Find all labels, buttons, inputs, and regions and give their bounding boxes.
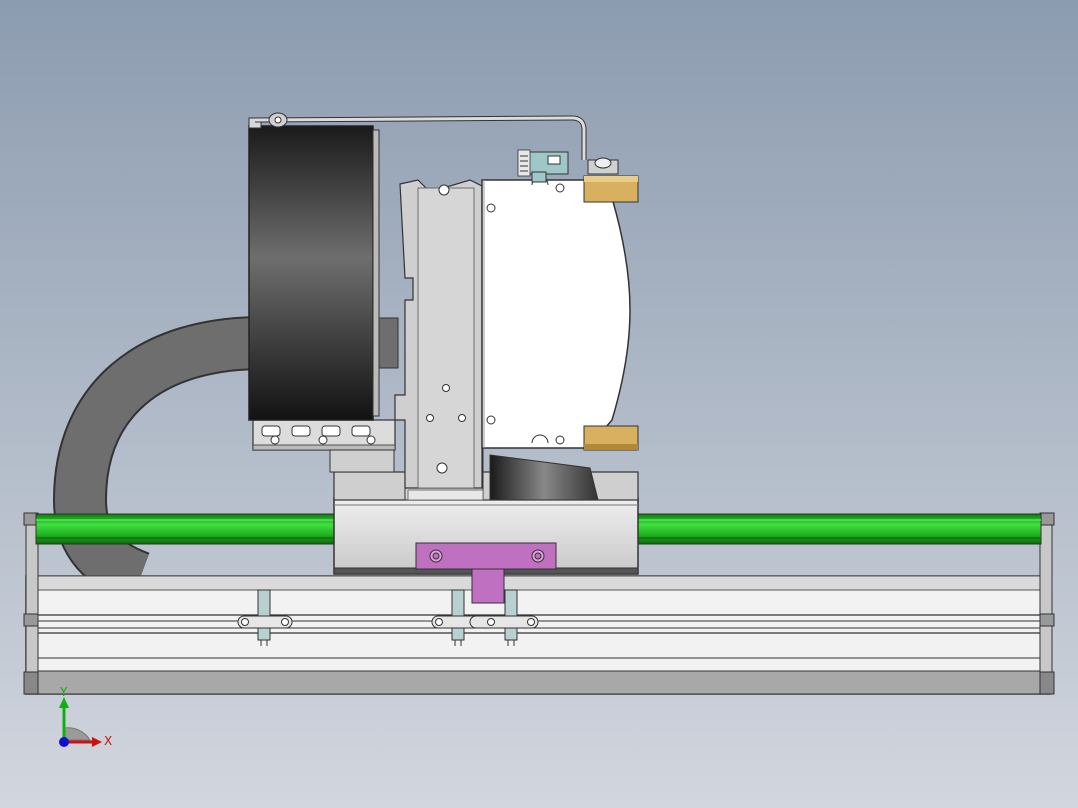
vertical-side-plate[interactable] — [394, 179, 483, 489]
y-axis-label: Y — [59, 685, 68, 699]
cad-drawing[interactable]: X Y — [0, 0, 1078, 808]
motor-drum[interactable] — [248, 117, 380, 421]
white-housing[interactable] — [481, 176, 631, 449]
hex-nut — [587, 157, 619, 175]
cad-viewport[interactable]: X Y — [0, 0, 1078, 808]
z-axis-marker — [59, 737, 69, 747]
x-axis-label: X — [104, 734, 112, 748]
gold-clamp-bottom[interactable] — [583, 425, 639, 451]
right-end-cap — [1039, 512, 1053, 695]
gold-clamp-top[interactable] — [583, 175, 639, 203]
